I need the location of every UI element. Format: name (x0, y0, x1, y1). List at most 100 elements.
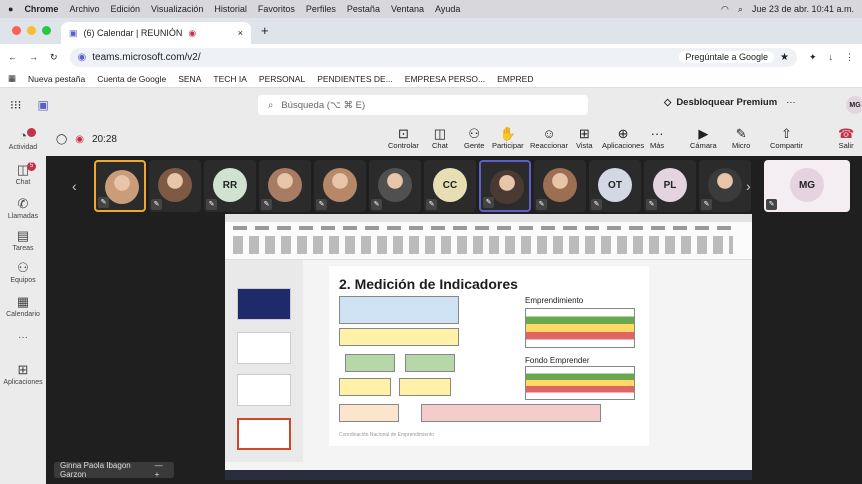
shield-icon[interactable]: ◯ (56, 134, 67, 145)
prev-participants-icon[interactable]: ‹ (72, 178, 77, 194)
unlock-premium-button[interactable]: ◇ Desbloquear Premium ··· (664, 97, 796, 108)
mic-button[interactable]: ✎ Micro (732, 127, 750, 151)
bookmark-item[interactable]: Cuenta de Google (97, 74, 166, 84)
bookmark-folder[interactable]: EMPRESA PERSO... (405, 74, 485, 84)
bookmark-folder[interactable]: PERSONAL (259, 74, 305, 84)
participant-tile[interactable]: ✎ (479, 160, 531, 212)
slide-thumbnail[interactable] (237, 332, 291, 364)
datetime[interactable]: Jue 23 de abr. 10:41 a.m. (752, 4, 854, 14)
participant-tile[interactable]: MG ✎ (764, 160, 850, 212)
rail-item-teams[interactable]: ⚇ Equipos (0, 260, 46, 284)
reload-icon[interactable]: ↻ (50, 52, 58, 63)
indicator-table (339, 296, 459, 324)
participant-photo (323, 168, 357, 202)
menu-app[interactable]: Chrome (24, 4, 58, 14)
participant-tile[interactable]: ✎ (699, 160, 751, 212)
menu-item[interactable]: Ayuda (435, 4, 460, 14)
presenter-more[interactable]: — + (155, 461, 168, 479)
zoom-window-icon[interactable] (42, 26, 51, 35)
menu-item[interactable]: Visualización (151, 4, 203, 14)
more-button[interactable]: ··· Más (650, 127, 664, 151)
browser-tab[interactable]: ▣ (6) Calendar | REUNIÓN ◉ × (61, 22, 251, 44)
menu-dots-icon[interactable]: ⋮ (845, 52, 854, 63)
new-tab-button[interactable]: + (261, 23, 269, 38)
slide-thumbnail[interactable] (237, 374, 291, 406)
forward-icon[interactable]: → (29, 52, 38, 62)
apple-icon[interactable]: ● (8, 4, 13, 14)
rail-label: Chat (15, 179, 31, 186)
shared-taskbar (225, 470, 752, 480)
bookmark-folder[interactable]: PENDIENTES DE... (317, 74, 393, 84)
hand-icon: ✋ (499, 126, 516, 141)
teams-logo-icon: ▣ (37, 98, 49, 112)
chat-icon: ◫ (16, 162, 30, 177)
close-window-icon[interactable] (12, 26, 21, 35)
participant-tile[interactable]: ✎ (534, 160, 586, 212)
bookmark-folder[interactable]: SENA (178, 74, 201, 84)
download-icon[interactable]: ↓ (829, 52, 834, 62)
participant-tile[interactable]: RR ✎ (204, 160, 256, 212)
rail-item-calls[interactable]: ✆ Llamadas (0, 196, 46, 220)
site-info-icon[interactable]: ◉ (78, 52, 87, 63)
participant-tile[interactable]: CC ✎ (424, 160, 476, 212)
participant-tile[interactable]: PL ✎ (644, 160, 696, 212)
rail-item-calendar[interactable]: ▦ Calendario (0, 294, 46, 318)
participant-photo (378, 168, 412, 202)
chat-button[interactable]: ◫ Chat (432, 127, 448, 151)
minimize-window-icon[interactable] (27, 26, 36, 35)
meeting-toolbar: ◯ ◉ 20:28 ⊡ Controlar ◫ Chat ⚇ Gente ✋ Parti… (46, 122, 862, 156)
user-avatar[interactable]: MG (846, 96, 862, 114)
search-icon[interactable]: ⌕ (738, 4, 743, 15)
presenter-name-tag: Ginna Paola Ibagon Garzon — + (54, 461, 174, 479)
menu-item[interactable]: Edición (110, 4, 140, 14)
menu-item[interactable]: Ventana (391, 4, 424, 14)
app-launcher-icon[interactable]: ⁝⁝⁝ (10, 98, 21, 112)
ask-google-button[interactable]: Pregúntale a Google (679, 51, 774, 63)
participant-tile[interactable]: OT ✎ (589, 160, 641, 212)
bookmark-folder[interactable]: TECH IA (213, 74, 247, 84)
timer-text: 20:28 (91, 133, 117, 145)
participant-tile[interactable]: ✎ (314, 160, 366, 212)
rail-more[interactable]: ··· (0, 332, 46, 343)
bookmark-star-icon[interactable]: ★ (780, 52, 789, 63)
bookmark-item[interactable]: Nueva pestaña (28, 74, 85, 84)
rail-item-chat[interactable]: ◫ 5 Chat (0, 162, 46, 186)
slide-thumbnail-active[interactable] (237, 418, 291, 450)
next-participants-icon[interactable]: › (746, 178, 751, 194)
control-button[interactable]: ⊡ Controlar (388, 127, 419, 151)
participant-tile[interactable]: ✎ (259, 160, 311, 212)
react-button[interactable]: ☺ Reaccionar (530, 127, 568, 151)
omnibox[interactable]: ◉ teams.microsoft.com/v2/ Pregúntale a G… (69, 47, 797, 67)
menu-item[interactable]: Pestaña (347, 4, 380, 14)
share-button[interactable]: ⇧ Compartir (770, 127, 803, 151)
rail-item-apps[interactable]: ⊞ Aplicaciones (0, 362, 46, 386)
slide-thumbnail[interactable] (237, 288, 291, 320)
participant-initials: OT (598, 168, 632, 202)
rail-item-activity[interactable]: ◔ Actividad (0, 128, 46, 151)
people-button[interactable]: ⚇ Gente (464, 127, 484, 151)
apps-grid-icon[interactable]: ▦ (8, 73, 16, 84)
camera-button[interactable]: ▶ Cámara (690, 127, 717, 151)
slide-thumbnails (225, 260, 303, 462)
more-options-icon[interactable]: ··· (786, 97, 796, 108)
participant-tile[interactable]: ✎ (149, 160, 201, 212)
menu-item[interactable]: Historial (214, 4, 247, 14)
participant-tile[interactable]: ✎ (369, 160, 421, 212)
teams-header: ⁝⁝⁝ ▣ ⌕ Búsqueda (⌥ ⌘ E) ◇ Desbloquear P… (0, 88, 862, 122)
back-icon[interactable]: ← (8, 52, 17, 62)
menu-item[interactable]: Favoritos (258, 4, 295, 14)
wifi-icon[interactable]: ◠ (721, 4, 729, 15)
close-tab-icon[interactable]: × (238, 28, 243, 38)
raise-hand-button[interactable]: ✋ Participar (492, 126, 524, 151)
participant-tile[interactable]: ✎ (94, 160, 146, 212)
leave-button[interactable]: ☎ Salir (838, 127, 854, 151)
shared-screen[interactable]: 2. Medición de Indicadores Emprendimient… (225, 214, 752, 480)
bookmark-folder[interactable]: EMPRED (497, 74, 533, 84)
apps-button[interactable]: ⊕ Aplicaciones (602, 127, 644, 151)
search-box[interactable]: ⌕ Búsqueda (⌥ ⌘ E) (258, 95, 588, 115)
rail-item-tasks[interactable]: ▤ Tareas (0, 228, 46, 252)
menu-item[interactable]: Archivo (69, 4, 99, 14)
view-button[interactable]: ⊞ Vista (576, 127, 593, 151)
menu-item[interactable]: Perfiles (306, 4, 336, 14)
extensions-icon[interactable]: ✦ (809, 52, 817, 63)
